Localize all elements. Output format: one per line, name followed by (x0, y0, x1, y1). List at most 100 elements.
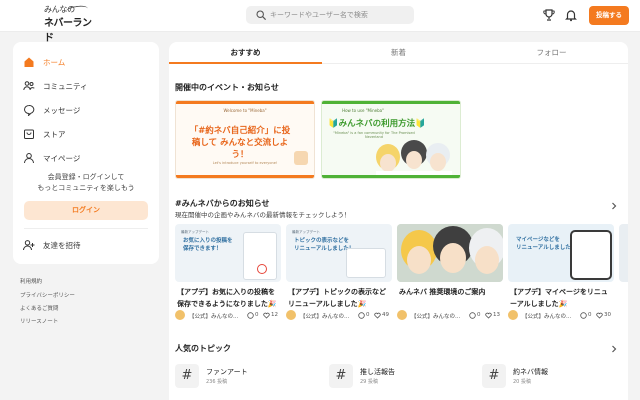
bell-icon[interactable] (564, 8, 578, 22)
avatar (508, 310, 518, 320)
post-button[interactable]: 投稿する (589, 6, 629, 25)
news-card-title: 【アプデ】トピックの表示などリニューアルしました🎉 (288, 288, 386, 308)
author-name: 【公式】みんなの... (411, 314, 461, 320)
logo-text-bottom: ネバーランド (44, 18, 92, 44)
comment-icon (247, 312, 254, 319)
topic-post-count: 20 投稿 (513, 379, 531, 385)
banner-headline: 「#約ネバ自己紹介」に投稿して みんなと交流しよう！ (189, 126, 291, 160)
sidebar-item-messages[interactable]: メッセージ (23, 101, 151, 119)
footer-link-privacy[interactable]: プライバシーポリシー (20, 291, 75, 299)
author-name: 【公式】みんなの... (522, 314, 572, 320)
top-header: みんなの ネバーランド キーワードやユーザー名で検索 投稿する (0, 0, 640, 44)
login-button[interactable]: ログイン (24, 201, 148, 220)
trophy-icon[interactable] (542, 8, 556, 22)
footer-link-faq[interactable]: よくあるご質問 (20, 304, 59, 312)
sidebar-item-label: ストア (43, 130, 66, 139)
people-icon (23, 81, 35, 91)
comment-count: 0 (366, 312, 370, 318)
news-card-meta: 【公式】みんなの... 0 49 (286, 310, 392, 322)
news-card[interactable]: 最新アップデート トピックの表示などを リニューアルしました！ 【アプデ】トピッ… (286, 224, 392, 324)
event-banner-howto[interactable]: How to use "Mineba" 🔰みんネバの利用方法🔰 "Mineba"… (321, 100, 461, 179)
footer-link-terms[interactable]: 利用規約 (20, 277, 42, 285)
comment-count: 0 (255, 312, 259, 318)
like-count: 49 (382, 312, 389, 318)
chevron-right-icon[interactable] (610, 345, 618, 353)
news-card-meta: 【公式】みんなの... 0 30 (508, 310, 614, 322)
invite-friends-button[interactable]: 友達を招待 (23, 236, 151, 254)
user-icon (24, 153, 34, 164)
sidebar-item-home[interactable]: ホーム (23, 53, 151, 71)
hashtag-icon: # (482, 364, 506, 388)
sidebar-item-label: コミュニティ (43, 82, 88, 91)
tab-new[interactable]: 新着 (322, 42, 475, 64)
news-section-title: #みんネバからのお知らせ (175, 199, 270, 208)
characters-illustration (397, 224, 503, 282)
characters-illustration (376, 140, 452, 178)
news-card-image (619, 224, 628, 282)
like-count: 30 (604, 312, 611, 318)
news-card[interactable]: マイページなどを リニューアルしました！ 【アプデ】マイページをリニューアルしま… (508, 224, 614, 324)
like-count: 12 (271, 312, 278, 318)
coffee-illustration (294, 151, 308, 165)
topic-item[interactable]: # 推し活報告 29 投稿 (329, 363, 474, 393)
sidebar-item-store[interactable]: ストア (23, 125, 151, 143)
chevron-right-icon[interactable] (610, 202, 618, 210)
avatar (286, 310, 296, 320)
topic-post-count: 29 投稿 (360, 379, 378, 385)
banner-headline: 🔰みんネバの利用方法🔰 (328, 119, 426, 129)
signup-message: 会員登録・ログインして もっとコミュニティを楽しもう (37, 173, 135, 192)
tab-recommended[interactable]: おすすめ (169, 42, 322, 64)
news-card-image: マイページなどを リニューアルしました！ (508, 224, 614, 282)
event-banner-intro[interactable]: Welcome to "Mineba" 「#約ネバ自己紹介」に投稿して みんなと… (175, 100, 315, 179)
news-card-title: 【アプデ】マイページをリニューアルしました🎉 (510, 288, 608, 308)
hashtag-icon: # (175, 364, 199, 388)
comment-count: 0 (477, 312, 481, 318)
author-name: 【公式】みんなの... (300, 314, 350, 320)
heart-icon[interactable] (374, 312, 381, 319)
heart-icon[interactable] (485, 312, 492, 319)
like-count: 13 (493, 312, 500, 318)
banner-caption: How to use "Mineba" (342, 108, 384, 113)
topic-item[interactable]: # ファンアート 236 投稿 (175, 363, 320, 393)
author-name: 【公式】みんなの... (189, 314, 239, 320)
topic-name: 約ネバ情報 (513, 368, 548, 376)
site-logo[interactable]: みんなの ネバーランド (44, 4, 92, 44)
topic-post-count: 236 投稿 (206, 379, 228, 385)
main-feed: おすすめ 新着 フォロー 開催中のイベント・お知らせ Welcome to "M… (169, 42, 628, 400)
sidebar-item-mypage[interactable]: マイページ (23, 149, 151, 167)
tab-follow[interactable]: フォロー (475, 42, 628, 64)
topics-section-title: 人気のトピック (175, 344, 231, 353)
banner-caption: Welcome to "Mineba" (223, 108, 267, 113)
avatar (175, 310, 185, 320)
comment-count: 0 (588, 312, 592, 318)
sidebar-item-label: メッセージ (43, 106, 81, 115)
chat-icon (24, 105, 35, 116)
topic-name: ファンアート (206, 368, 248, 376)
news-card-image: 最新アップデート トピックの表示などを リニューアルしました！ (286, 224, 392, 282)
news-card-partial[interactable] (619, 224, 628, 324)
topic-name: 推し活報告 (360, 368, 395, 376)
add-user-icon (23, 240, 35, 251)
feed-tabs: おすすめ 新着 フォロー (169, 42, 628, 64)
comment-icon (580, 312, 587, 319)
sidebar-item-community[interactable]: コミュニティ (23, 77, 151, 95)
news-card[interactable]: 最新アップデート お気に入りの投稿を 保存できます！ 【アプデ】お気に入りの投稿… (175, 224, 281, 324)
sidebar-divider (24, 228, 148, 229)
search-bar[interactable]: キーワードやユーザー名で検索 (246, 6, 414, 24)
events-section-title: 開催中のイベント・お知らせ (175, 83, 279, 92)
news-card[interactable]: みんネバ 推奨環境のご案内 【公式】みんなの... 0 13 (397, 224, 503, 324)
footer-link-release-notes[interactable]: リリースノート (20, 317, 58, 325)
heart-icon[interactable] (263, 312, 270, 319)
search-icon (256, 10, 266, 20)
sidebar-item-label: ホーム (43, 58, 66, 67)
news-card-title: 【アプデ】お気に入りの投稿を保存できるようになりました🎉 (177, 288, 277, 308)
search-placeholder: キーワードやユーザー名で検索 (270, 11, 368, 19)
heart-icon[interactable] (596, 312, 603, 319)
news-card-meta: 【公式】みんなの... 0 12 (175, 310, 281, 322)
comment-icon (358, 312, 365, 319)
news-section-subtitle: 現在開催中の企画やみんネバの最新情報をチェックしよう！ (175, 211, 351, 219)
topic-item[interactable]: # 約ネバ情報 20 投稿 (482, 363, 627, 393)
news-card-title: みんネバ 推奨環境のご案内 (399, 288, 486, 296)
sidebar: ホーム コミュニティ メッセージ ストア マイページ 会員登録・ログインして も… (13, 42, 159, 264)
sidebar-item-label: マイページ (43, 154, 81, 163)
